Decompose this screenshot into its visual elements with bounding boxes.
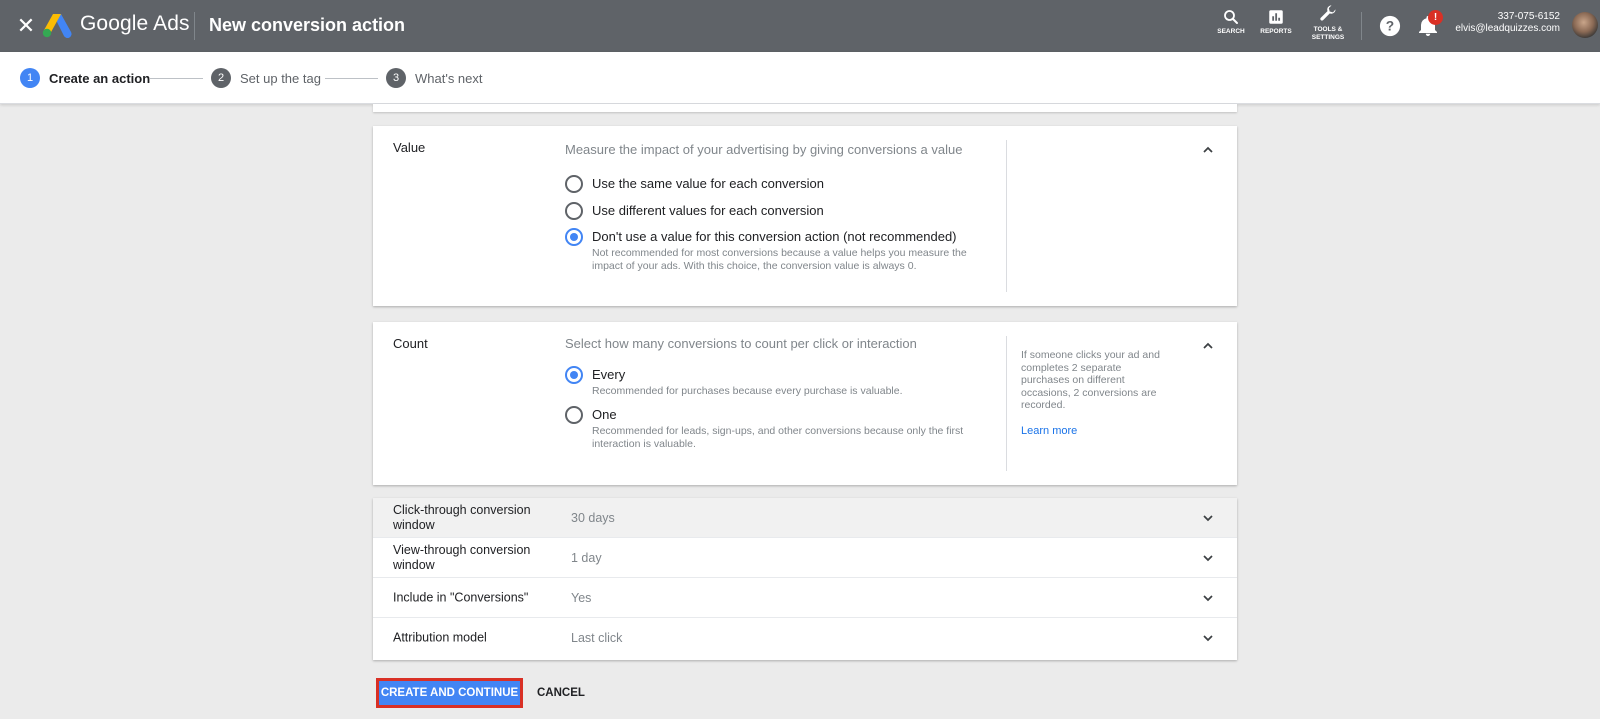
header-divider-right (1361, 12, 1362, 40)
count-help-text: If someone clicks your ad and completes … (1021, 349, 1160, 411)
option-description: Not recommended for most conversions bec… (592, 247, 967, 272)
value-option-different[interactable]: Use different values for each conversion (565, 202, 824, 220)
close-icon[interactable]: ✕ (13, 13, 39, 39)
row-label: View-through conversion window (393, 542, 531, 572)
search-label: SEARCH (1217, 28, 1245, 35)
step-label: Create an action (49, 70, 151, 86)
count-option-every[interactable]: Every Recommended for purchases because … (565, 366, 987, 398)
radio-button-selected[interactable] (565, 366, 583, 384)
step-connector (150, 78, 203, 79)
create-and-continue-button[interactable]: CREATE AND CONTINUE (376, 678, 523, 708)
reports-icon (1269, 10, 1283, 24)
reports-label: REPORTS (1260, 28, 1292, 35)
section-divider (1006, 140, 1007, 292)
value-option-same[interactable]: Use the same value for each conversion (565, 175, 824, 193)
svg-text:?: ? (1386, 19, 1394, 34)
option-label: Use the same value for each conversion (592, 176, 824, 191)
step-number: 1 (20, 68, 40, 88)
chevron-down-icon[interactable] (1200, 590, 1216, 606)
row-value: Yes (571, 590, 592, 605)
chevron-down-icon[interactable] (1200, 510, 1216, 526)
count-section-label: Count (393, 336, 428, 351)
row-value: 1 day (571, 550, 602, 565)
include-in-conversions-row[interactable]: Include in "Conversions" Yes (373, 578, 1237, 618)
step-number: 2 (211, 68, 231, 88)
view-through-window-row[interactable]: View-through conversion window 1 day (373, 538, 1237, 578)
tools-label: TOOLS & SETTINGS (1303, 26, 1353, 42)
section-divider (1006, 336, 1007, 471)
page-title: New conversion action (209, 15, 406, 35)
count-option-one[interactable]: One Recommended for leads, sign-ups, and… (565, 406, 987, 451)
chevron-down-icon[interactable] (1200, 630, 1216, 646)
learn-more-link[interactable]: Learn more (1021, 425, 1077, 437)
option-description: Recommended for leads, sign-ups, and oth… (592, 425, 964, 450)
step-create-action: 1 Create an action (20, 68, 150, 88)
search-icon (1224, 10, 1238, 24)
search-button[interactable]: SEARCH (1206, 8, 1256, 36)
radio-button[interactable] (565, 406, 583, 424)
value-section-description: Measure the impact of your advertising b… (565, 142, 963, 157)
option-description: Recommended for purchases because every … (592, 385, 903, 397)
option-label: Use different values for each conversion (592, 203, 824, 218)
attribution-model-row[interactable]: Attribution model Last click (373, 618, 1237, 658)
step-whats-next: 3 What's next (386, 68, 483, 88)
previous-card-edge (373, 104, 1237, 112)
row-label: Click-through conversion window (393, 502, 531, 532)
reports-button[interactable]: REPORTS (1251, 8, 1301, 36)
step-connector (325, 78, 378, 79)
row-label: Include in "Conversions" (393, 590, 529, 604)
notification-badge: ! (1428, 10, 1443, 25)
tools-label-line2: SETTINGS (1311, 34, 1345, 41)
step-set-up-tag: 2 Set up the tag (211, 68, 321, 88)
step-label: Set up the tag (240, 70, 321, 86)
step-number: 3 (386, 68, 406, 88)
radio-button-selected[interactable] (565, 228, 583, 246)
cancel-button[interactable]: CANCEL (533, 678, 589, 708)
radio-button[interactable] (565, 175, 583, 193)
tools-settings-button[interactable]: TOOLS & SETTINGS (1303, 4, 1353, 42)
account-info[interactable]: 337-075-6152 elvis@leadquizzes.com (1455, 11, 1560, 35)
chevron-down-icon[interactable] (1200, 550, 1216, 566)
row-value: Last click (571, 631, 623, 645)
row-label: Attribution model (393, 630, 487, 645)
progress-stepper: 1 Create an action 2 Set up the tag 3 Wh… (0, 52, 1600, 104)
value-section: Value Measure the impact of your adverti… (373, 126, 1237, 306)
chevron-up-icon[interactable] (1200, 142, 1216, 158)
conversion-settings-list: Click-through conversion window 30 days … (373, 498, 1237, 660)
avatar[interactable] (1572, 12, 1598, 38)
top-app-bar: ✕ Google Ads New conversion action SEARC… (0, 0, 1600, 52)
value-option-none[interactable]: Don't use a value for this conversion ac… (565, 228, 987, 273)
wrench-icon (1320, 5, 1336, 21)
brand-name: Google Ads (80, 12, 190, 35)
account-phone: 337-075-6152 (1497, 11, 1560, 22)
chevron-up-icon[interactable] (1200, 338, 1216, 354)
value-section-label: Value (393, 140, 426, 155)
radio-button[interactable] (565, 202, 583, 220)
click-through-window-row[interactable]: Click-through conversion window 30 days (373, 498, 1237, 538)
option-label: Every (592, 367, 626, 382)
count-section: Count Select how many conversions to cou… (373, 322, 1237, 485)
tools-label-line1: TOOLS & (1313, 26, 1343, 33)
option-label: One (592, 407, 617, 422)
option-label: Don't use a value for this conversion ac… (592, 229, 957, 244)
google-ads-logo (42, 14, 72, 38)
step-label: What's next (415, 70, 483, 86)
row-value: 30 days (571, 510, 615, 525)
count-section-description: Select how many conversions to count per… (565, 336, 917, 351)
account-email: elvis@leadquizzes.com (1455, 23, 1560, 34)
help-icon[interactable]: ? (1379, 15, 1401, 37)
header-divider (194, 12, 195, 40)
